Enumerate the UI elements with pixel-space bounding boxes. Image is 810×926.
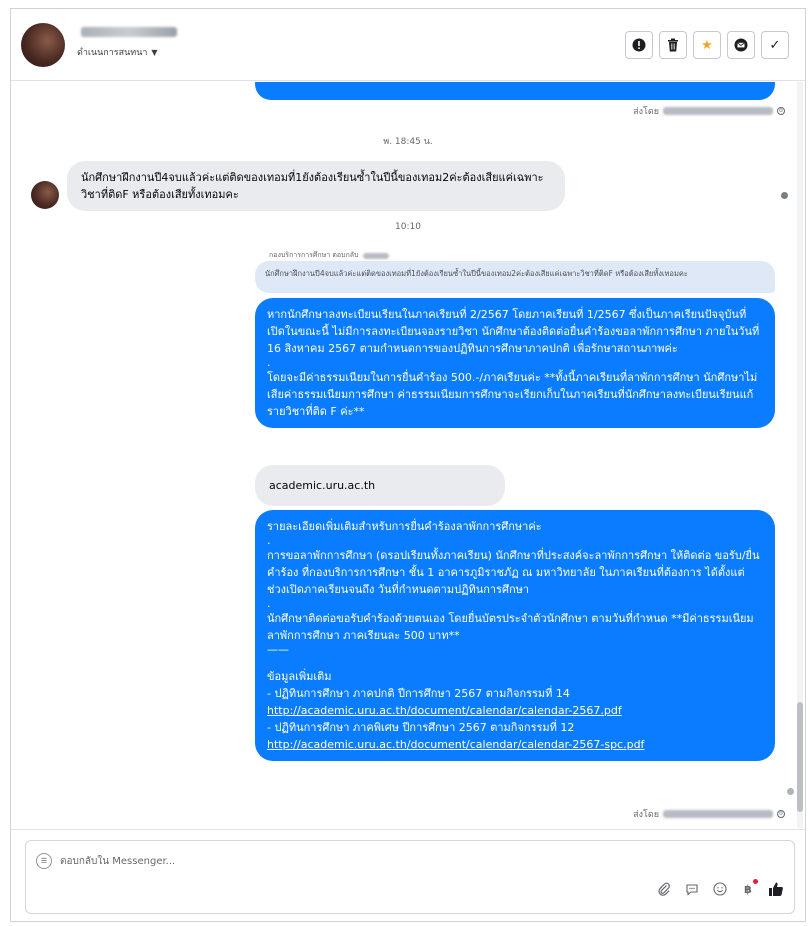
emoji-icon[interactable] [712, 881, 728, 897]
seen-icon: o [777, 107, 785, 115]
message-spacer: . [267, 356, 271, 369]
message-line: - ปฏิทินการศึกษา ภาคปกติ ปีการศึกษา 2567… [267, 687, 570, 700]
timestamp: 10:10 [395, 222, 421, 232]
read-receipt-avatar [781, 192, 788, 199]
previous-outgoing-message [255, 82, 775, 100]
thumbs-up-icon[interactable] [768, 881, 784, 897]
info-button[interactable] [625, 31, 653, 59]
message-paragraph: นักศึกษาติดต่อขอรับคำร้องด้วยตนเอง โดยยื… [267, 612, 754, 642]
delete-button[interactable] [659, 31, 687, 59]
caret-down-icon: ▼ [151, 47, 158, 57]
star-button[interactable]: ★ [693, 31, 721, 59]
saved-replies-icon[interactable]: ☰ [36, 853, 52, 869]
timestamp: พ. 18:45 น. [383, 137, 433, 147]
message-line: - ปฏิทินการศึกษา ภาคพิเศษ ปีการศึกษา 256… [267, 721, 575, 734]
reply-input[interactable] [60, 851, 560, 871]
outgoing-message[interactable]: หากนักศึกษาลงทะเบียนเรียนในภาคเรียนที่ 2… [255, 298, 775, 428]
message-spacer: . [267, 597, 271, 610]
message-line: ข้อมูลเพิ่มเติม [267, 670, 332, 683]
conversation-status-label: ดำเนนการสนทนา [77, 48, 148, 58]
message-paragraph: หากนักศึกษาลงทะเบียนเรียนในภาคเรียนที่ 2… [267, 308, 760, 355]
sent-by-label: ส่งโดย [633, 810, 659, 820]
link-preview-message[interactable]: academic.uru.ac.th [255, 465, 505, 506]
mark-done-button[interactable]: ✓ [761, 31, 789, 59]
composer: ☰ ฿ [11, 829, 805, 921]
replier-name-redacted [362, 252, 389, 259]
sent-by-info: ส่งโดย o [633, 807, 785, 821]
conversation-header: ดำเนนการสนทนา ▼ ★ ✓ [11, 9, 805, 81]
chat-bubble-icon[interactable] [684, 881, 700, 897]
payments-icon[interactable]: ฿ [740, 879, 758, 897]
message-spacer: . [267, 534, 271, 547]
composer-box: ☰ ฿ [25, 840, 795, 914]
message-thread[interactable]: ส่งโดย o พ. 18:45 น. นักศึกษาฝึกงานปี4จบ… [11, 82, 805, 828]
seen-icon: o [777, 810, 785, 818]
message-paragraph: โดยจะมีค่าธรรมเนียมในการยื่นคำร้อง 500.-… [267, 371, 758, 418]
sender-avatar[interactable] [31, 181, 59, 209]
message-spacer [267, 656, 763, 668]
outgoing-message[interactable]: รายละเอียดเพิ่มเติมสำหรับการยื่นคำร้องลา… [255, 510, 775, 761]
info-icon [632, 38, 646, 52]
messenger-window: ดำเนนการสนทนา ▼ ★ ✓ ส่งโดย o พ. 18:45 น.… [10, 8, 806, 922]
incoming-message[interactable]: นักศึกษาฝึกงานปี4จบแล้วค่ะแต่ติดของเทอมท… [67, 161, 565, 211]
contact-name-redacted [81, 27, 177, 37]
message-paragraph: การขอลาพักการศึกษา (ดรอปเรียนทั้งภาคเรีย… [267, 549, 760, 596]
conversation-status-dropdown[interactable]: ดำเนนการสนทนา ▼ [77, 45, 158, 59]
star-icon: ★ [701, 37, 713, 53]
contact-avatar[interactable] [21, 23, 65, 67]
read-receipt-avatar [787, 788, 794, 795]
message-divider: —— [267, 643, 289, 656]
sent-by-info: ส่งโดย o [633, 104, 785, 118]
message-line: รายละเอียดเพิ่มเติมสำหรับการยื่นคำร้องลา… [267, 520, 542, 533]
calendar-link[interactable]: http://academic.uru.ac.th/document/calen… [267, 704, 622, 717]
sender-name-redacted [663, 107, 773, 115]
sender-name-redacted [663, 810, 773, 818]
reply-label: กองบริการการศึกษา ตอบกลับ [269, 250, 389, 261]
header-actions: ★ ✓ [625, 31, 789, 59]
scrollbar-thumb[interactable] [797, 702, 803, 812]
quoted-message[interactable]: นักศึกษาฝึกงานปี4จบแล้วค่ะแต่ติดของเทอมท… [255, 261, 775, 293]
composer-tools: ฿ [656, 879, 784, 897]
reply-label-text: กองบริการการศึกษา ตอบกลับ [269, 251, 359, 259]
trash-icon [668, 38, 678, 52]
mail-icon [734, 38, 748, 52]
sent-by-label: ส่งโดย [633, 107, 659, 117]
calendar-spc-link[interactable]: http://academic.uru.ac.th/document/calen… [267, 738, 644, 751]
attach-icon[interactable] [656, 881, 672, 897]
check-icon: ✓ [769, 37, 781, 53]
scrollbar[interactable] [797, 82, 803, 828]
mark-unread-button[interactable] [727, 31, 755, 59]
